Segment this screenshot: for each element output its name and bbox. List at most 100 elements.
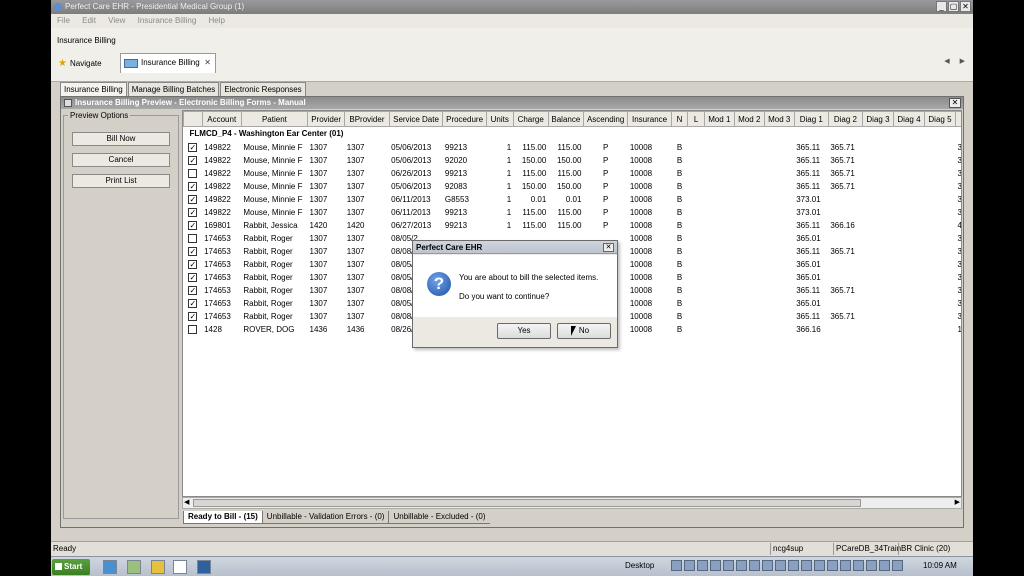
desktop-label[interactable]: Desktop xyxy=(625,561,654,570)
no-button[interactable]: No xyxy=(557,323,611,339)
column-header[interactable]: Diag 3 xyxy=(861,111,894,127)
column-header[interactable]: Diag 2 xyxy=(827,111,863,127)
column-header[interactable]: Mod 3 xyxy=(763,111,795,127)
row-checkbox[interactable]: ✓ xyxy=(188,285,198,295)
close-tab-icon[interactable]: ✕ xyxy=(204,54,211,72)
column-header[interactable]: Mod 1 xyxy=(703,111,735,127)
tab-scroll-arrows[interactable]: ◀ ▶ xyxy=(944,57,969,65)
start-button[interactable]: Start xyxy=(52,559,90,575)
column-header[interactable]: Account xyxy=(201,111,242,127)
tray-icon[interactable] xyxy=(749,560,760,571)
scroll-left-icon[interactable]: ◀ xyxy=(184,498,189,506)
tray-icon[interactable] xyxy=(879,560,890,571)
tray-icon[interactable] xyxy=(853,560,864,571)
table-row[interactable]: ✓ 149822 Mouse, Minnie F 1307 1307 05/06/2013… xyxy=(184,154,961,167)
column-header[interactable]: Units xyxy=(485,111,514,127)
scroll-thumb[interactable] xyxy=(193,499,861,507)
row-checkbox[interactable] xyxy=(188,168,198,178)
cancel-button[interactable]: Cancel xyxy=(72,153,170,167)
column-header[interactable]: Patient xyxy=(240,111,309,127)
ie-icon[interactable] xyxy=(103,560,117,574)
column-header[interactable]: N xyxy=(670,111,689,127)
column-header[interactable]: Diag 5 xyxy=(923,111,956,127)
column-header[interactable]: Service Date xyxy=(388,111,444,127)
tab-ready-to-bill[interactable]: Ready to Bill - (15) xyxy=(183,511,262,524)
column-header[interactable]: L xyxy=(687,111,705,127)
maximize-button[interactable]: ▢ xyxy=(948,1,959,12)
table-row[interactable]: 149822 Mouse, Minnie F 1307 1307 06/26/2013 9… xyxy=(184,167,961,180)
ehr-taskbar-icon[interactable] xyxy=(173,560,187,574)
bill-now-button[interactable]: Bill Now xyxy=(72,132,170,146)
tray-icon[interactable] xyxy=(736,560,747,571)
tray-icon[interactable] xyxy=(892,560,903,571)
column-header[interactable]: Diag 4 xyxy=(892,111,925,127)
scroll-right-icon[interactable]: ▶ xyxy=(955,498,960,506)
close-window-button[interactable]: ✕ xyxy=(960,1,971,12)
tray-icon[interactable] xyxy=(801,560,812,571)
navigate-button[interactable]: ★ Navigate xyxy=(58,57,102,70)
tray-icon[interactable] xyxy=(775,560,786,571)
print-list-button[interactable]: Print List xyxy=(72,174,170,188)
minimize-button[interactable]: _ xyxy=(936,1,947,12)
app-icon-blue[interactable] xyxy=(197,560,211,574)
row-checkbox[interactable]: ✓ xyxy=(188,155,198,165)
row-checkbox[interactable]: ✓ xyxy=(188,181,198,191)
table-row[interactable]: ✓ 149822 Mouse, Minnie F 1307 1307 06/11/2013… xyxy=(184,206,961,219)
row-checkbox[interactable]: ✓ xyxy=(188,207,198,217)
column-header[interactable]: Facil xyxy=(954,111,961,127)
tray-icon[interactable] xyxy=(814,560,825,571)
row-checkbox[interactable]: ✓ xyxy=(188,259,198,269)
table-row[interactable]: ✓ 149822 Mouse, Minnie F 1307 1307 05/06/2013… xyxy=(184,141,961,154)
menu-file[interactable]: File xyxy=(57,16,70,25)
tray-icon[interactable] xyxy=(762,560,773,571)
app-icon-yellow[interactable] xyxy=(151,560,165,574)
menu-help[interactable]: Help xyxy=(209,16,225,25)
column-header[interactable]: Charge xyxy=(512,111,549,127)
tab-insurance-billing[interactable]: Insurance Billing ✕ xyxy=(120,53,216,73)
row-checkbox[interactable] xyxy=(188,324,198,334)
column-header[interactable] xyxy=(183,111,203,127)
row-checkbox[interactable] xyxy=(188,233,198,243)
row-checkbox[interactable]: ✓ xyxy=(188,272,198,282)
column-header[interactable]: Ascending xyxy=(582,111,629,127)
dialog-close-button[interactable]: ✕ xyxy=(603,243,614,252)
tray-icon[interactable] xyxy=(684,560,695,571)
table-row[interactable]: ✓ 169801 Rabbit, Jessica 1420 1420 06/27/2013… xyxy=(184,219,961,232)
column-header[interactable]: Mod 2 xyxy=(733,111,765,127)
column-header[interactable]: Procedure xyxy=(442,111,487,127)
table-row[interactable]: ✓ 149822 Mouse, Minnie F 1307 1307 05/06/2013… xyxy=(184,180,961,193)
tray-icon[interactable] xyxy=(840,560,851,571)
tray-icon[interactable] xyxy=(697,560,708,571)
subtab-electronic-responses[interactable]: Electronic Responses xyxy=(220,82,306,96)
table-row[interactable]: ✓ 149822 Mouse, Minnie F 1307 1307 06/11/2013… xyxy=(184,193,961,206)
yes-button[interactable]: Yes xyxy=(497,323,551,339)
column-header[interactable]: BProvider xyxy=(344,111,390,127)
row-checkbox[interactable]: ✓ xyxy=(188,246,198,256)
subtab-insurance-billing[interactable]: Insurance Billing xyxy=(60,82,127,96)
tray-icon[interactable] xyxy=(710,560,721,571)
tray-icon[interactable] xyxy=(866,560,877,571)
tab-validation-errors[interactable]: Unbillable - Validation Errors - (0) xyxy=(261,511,389,524)
row-checkbox[interactable]: ✓ xyxy=(188,311,198,321)
subtab-manage-billing-batches[interactable]: Manage Billing Batches xyxy=(127,82,220,96)
row-checkbox[interactable]: ✓ xyxy=(188,142,198,152)
column-header[interactable]: Provider xyxy=(306,111,346,127)
tab-excluded[interactable]: Unbillable - Excluded - (0) xyxy=(388,511,490,524)
menu-insurance-billing[interactable]: Insurance Billing xyxy=(138,16,197,25)
menu-view[interactable]: View xyxy=(108,16,125,25)
row-checkbox[interactable]: ✓ xyxy=(188,220,198,230)
tray-icon[interactable] xyxy=(671,560,682,571)
column-header[interactable]: Insurance xyxy=(627,111,672,127)
tray-icon[interactable] xyxy=(788,560,799,571)
tray-icon[interactable] xyxy=(827,560,838,571)
menu-edit[interactable]: Edit xyxy=(82,16,96,25)
table-cell xyxy=(688,284,705,297)
tray-icon[interactable] xyxy=(723,560,734,571)
column-header[interactable]: Balance xyxy=(547,111,584,127)
preview-close-button[interactable]: ✕ xyxy=(949,98,961,108)
horizontal-scrollbar[interactable]: ◀ ▶ xyxy=(182,497,962,509)
column-header[interactable]: Diag 1 xyxy=(793,111,829,127)
row-checkbox[interactable]: ✓ xyxy=(188,298,198,308)
explorer-icon[interactable] xyxy=(127,560,141,574)
row-checkbox[interactable]: ✓ xyxy=(188,194,198,204)
